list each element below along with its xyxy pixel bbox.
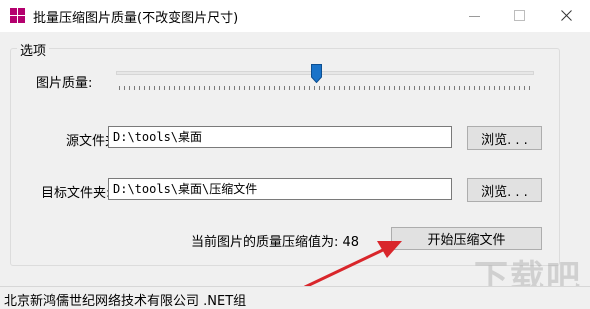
status-bar-text: 北京新鸿儒世纪网络技术有限公司 .NET组 xyxy=(4,294,247,309)
app-window: 批量压缩图片质量(不改变图片尺寸) 选项 图片质量: 源文件夹: D:\tool… xyxy=(0,0,590,309)
status-bar: 北京新鸿儒世纪网络技术有限公司 .NET组 xyxy=(0,286,590,309)
